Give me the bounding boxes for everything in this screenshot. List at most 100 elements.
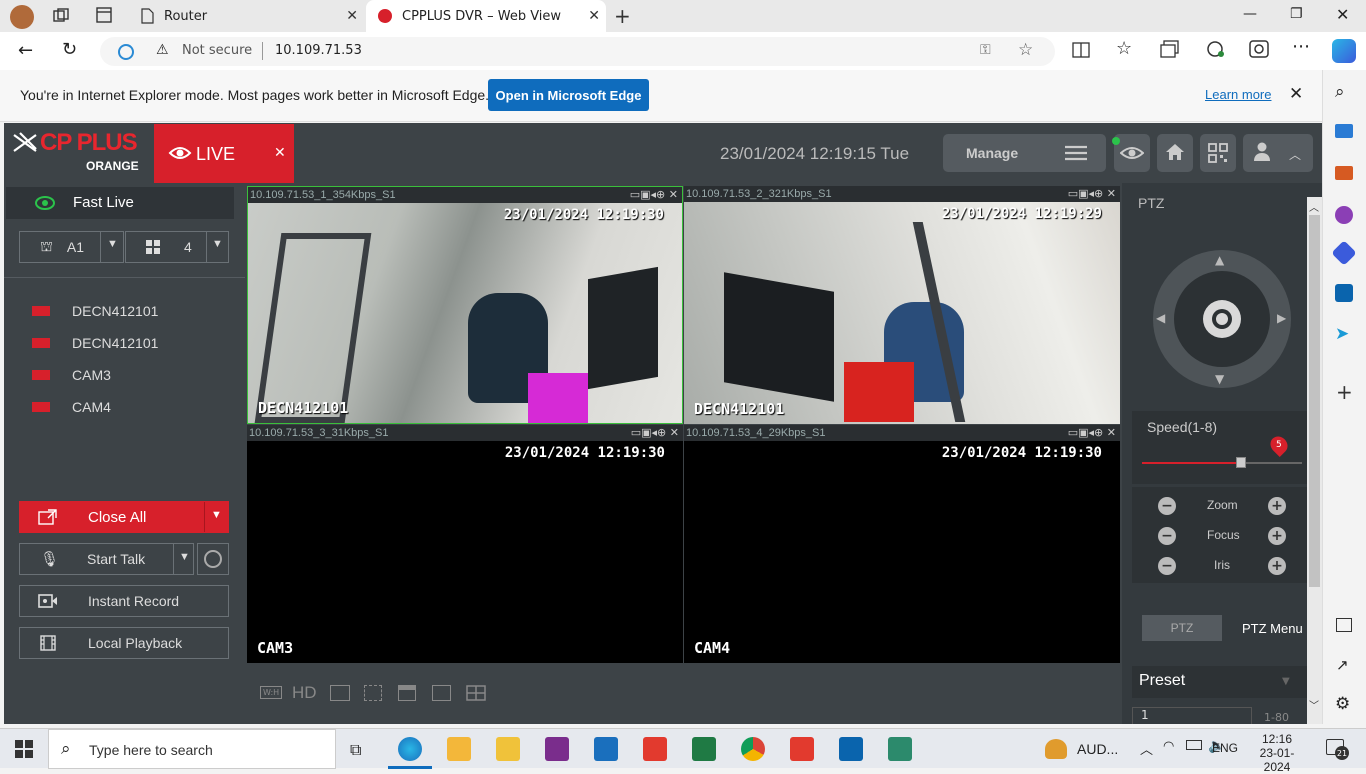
search-icon[interactable]: ⌕ (1335, 82, 1345, 102)
manage-button[interactable]: Manage (943, 134, 1106, 172)
open-external-icon[interactable]: ↗ (1336, 656, 1349, 674)
back-icon[interactable]: ← (18, 40, 33, 61)
audio-widget-label[interactable]: AUD... (1077, 741, 1118, 757)
mail-icon[interactable] (594, 737, 618, 761)
zoom-in-button[interactable]: + (1268, 497, 1286, 515)
wifi-icon[interactable]: ◠ (1163, 739, 1174, 754)
notification-icon[interactable]: 21 (1326, 739, 1349, 760)
chevron-up-icon[interactable]: ︿ (1140, 739, 1153, 758)
file-explorer-icon[interactable] (496, 737, 520, 761)
favorite-star-icon[interactable]: ☆ (1018, 40, 1033, 60)
window-icon[interactable] (398, 685, 416, 701)
device-item[interactable]: DECN412101 (32, 335, 158, 351)
add-sidebar-icon[interactable]: + (1336, 380, 1353, 404)
user-menu-button[interactable]: ︿ (1243, 134, 1313, 172)
ptz-joystick[interactable]: ▲ ▼ ◀ ▶ (1153, 250, 1291, 388)
outlook-icon[interactable] (1335, 284, 1353, 302)
close-window-icon[interactable]: ✕ (1336, 5, 1349, 24)
tile-controls-icon[interactable]: ▭▣◂⊕ ✕ (1068, 426, 1116, 439)
winrar-icon[interactable] (545, 737, 569, 761)
fullscreen-icon[interactable] (364, 685, 382, 701)
favorites-icon[interactable]: ☆ (1116, 38, 1132, 59)
split-screen-icon[interactable] (1072, 42, 1090, 58)
preview-button[interactable] (1112, 134, 1150, 172)
shopping-icon[interactable] (1335, 166, 1353, 180)
device-item[interactable]: CAM4 (32, 399, 111, 415)
camera-tile-3[interactable]: 10.109.71.53_3_31Kbps_S1 ▭▣◂⊕ ✕ 23/01/20… (247, 425, 683, 663)
workspaces-icon[interactable] (52, 7, 70, 25)
focus-far-button[interactable]: + (1268, 527, 1286, 545)
device-item[interactable]: CAM3 (32, 367, 111, 383)
app-icon[interactable] (888, 737, 912, 761)
chrome-icon[interactable] (741, 737, 765, 761)
extensions-icon[interactable] (1205, 40, 1225, 58)
store-icon[interactable] (447, 737, 471, 761)
games-icon[interactable] (1335, 206, 1353, 224)
quad-view-icon[interactable] (466, 685, 486, 701)
stream-icon[interactable] (330, 685, 350, 701)
settings-gear-icon[interactable]: ⚙ (1335, 694, 1350, 714)
start-talk-button[interactable]: 🎙 Start Talk ▼ (19, 543, 194, 575)
preset-select[interactable]: Preset ▼ (1132, 666, 1307, 698)
hd-button[interactable]: HD (292, 683, 317, 703)
tile-controls-icon[interactable]: ▭▣◂⊕ ✕ (630, 188, 678, 201)
ptz-scrollbar[interactable]: ︿ ﹀ (1307, 197, 1322, 724)
open-in-edge-button[interactable]: Open in Microsoft Edge (488, 79, 649, 111)
password-key-icon[interactable]: ⚿ (980, 42, 991, 58)
restore-icon[interactable]: ❐ (1290, 6, 1303, 22)
tab-router[interactable]: Router ✕ (128, 0, 364, 32)
iris-open-button[interactable]: + (1268, 557, 1286, 575)
close-live-icon[interactable]: ✕ (274, 145, 286, 161)
warning-icon[interactable]: ⚠ (156, 42, 169, 58)
preset-number-input[interactable]: 1 (1132, 707, 1252, 724)
minimize-icon[interactable]: — (1243, 6, 1257, 22)
dropdown-arrow-icon[interactable]: ▼ (179, 551, 190, 563)
local-playback-button[interactable]: Local Playback (19, 627, 229, 659)
send-icon[interactable]: ➤ (1335, 324, 1349, 344)
language-indicator[interactable]: ENG (1212, 741, 1238, 755)
camera-tile-2[interactable]: 10.109.71.53_2_321Kbps_S1 ▭▣◂⊕ ✕ 23/01/2… (684, 186, 1120, 424)
edge-taskbar-icon[interactable] (398, 737, 422, 761)
dropdown-arrow-icon[interactable]: ▼ (211, 509, 222, 521)
excel-icon[interactable] (692, 737, 716, 761)
collections-icon[interactable] (1160, 40, 1180, 58)
url-field[interactable]: ⚠ Not secure 10.109.71.53 ⚿ ☆ (100, 37, 1055, 66)
close-all-button[interactable]: Close All ▼ (19, 501, 229, 533)
close-tab-icon[interactable]: ✕ (588, 8, 600, 24)
more-icon[interactable]: ⋯ (1292, 36, 1310, 57)
hide-sidebar-icon[interactable] (1336, 618, 1352, 632)
talk-record-button[interactable] (197, 543, 229, 575)
home-button[interactable] (1157, 134, 1193, 172)
task-view-icon[interactable]: ⧉ (350, 740, 361, 760)
camera-tile-1[interactable]: 10.109.71.53_1_354Kbps_S1 ▭▣◂⊕ ✕ 23/01/2… (247, 186, 683, 424)
ie-reload-icon[interactable] (1249, 40, 1269, 58)
tab-cpplus[interactable]: CPPLUS DVR – Web View ✕ (366, 0, 606, 32)
battery-icon[interactable] (1186, 740, 1202, 750)
single-view-icon[interactable] (432, 685, 451, 701)
m365-icon[interactable] (1331, 240, 1357, 266)
outlook-taskbar-icon[interactable] (839, 737, 863, 761)
channel-select[interactable]: ⛫ A1 ▼ (19, 231, 124, 263)
focus-near-button[interactable]: − (1158, 527, 1176, 545)
anydesk-2-icon[interactable] (790, 737, 814, 761)
aspect-ratio-button[interactable]: W:H (260, 686, 283, 699)
weather-icon[interactable] (1045, 739, 1067, 759)
qr-button[interactable] (1200, 134, 1236, 172)
tab-ptz-menu[interactable]: PTZ Menu (1242, 621, 1303, 636)
layout-select[interactable]: 4 ▼ (125, 231, 229, 263)
zoom-out-button[interactable]: − (1158, 497, 1176, 515)
taskbar-search[interactable]: ⌕ Type here to search (48, 729, 336, 769)
tile-controls-icon[interactable]: ▭▣◂⊕ ✕ (631, 426, 679, 439)
windows-start-icon[interactable] (15, 740, 33, 758)
camera-tile-4[interactable]: 10.109.71.53_4_29Kbps_S1 ▭▣◂⊕ ✕ 23/01/20… (684, 425, 1120, 663)
learn-more-link[interactable]: Learn more (1205, 87, 1271, 102)
tab-ptz[interactable]: PTZ (1142, 615, 1222, 641)
arrow-right-icon[interactable]: ▶ (1277, 311, 1286, 325)
profile-avatar[interactable] (10, 5, 34, 29)
anydesk-icon[interactable] (643, 737, 667, 761)
arrow-up-icon[interactable]: ▲ (1215, 253, 1224, 267)
tag-icon[interactable] (1335, 124, 1353, 138)
speed-slider[interactable]: 5 (1142, 432, 1302, 468)
close-banner-icon[interactable]: ✕ (1289, 84, 1303, 104)
url-text[interactable]: 10.109.71.53 (275, 43, 362, 58)
